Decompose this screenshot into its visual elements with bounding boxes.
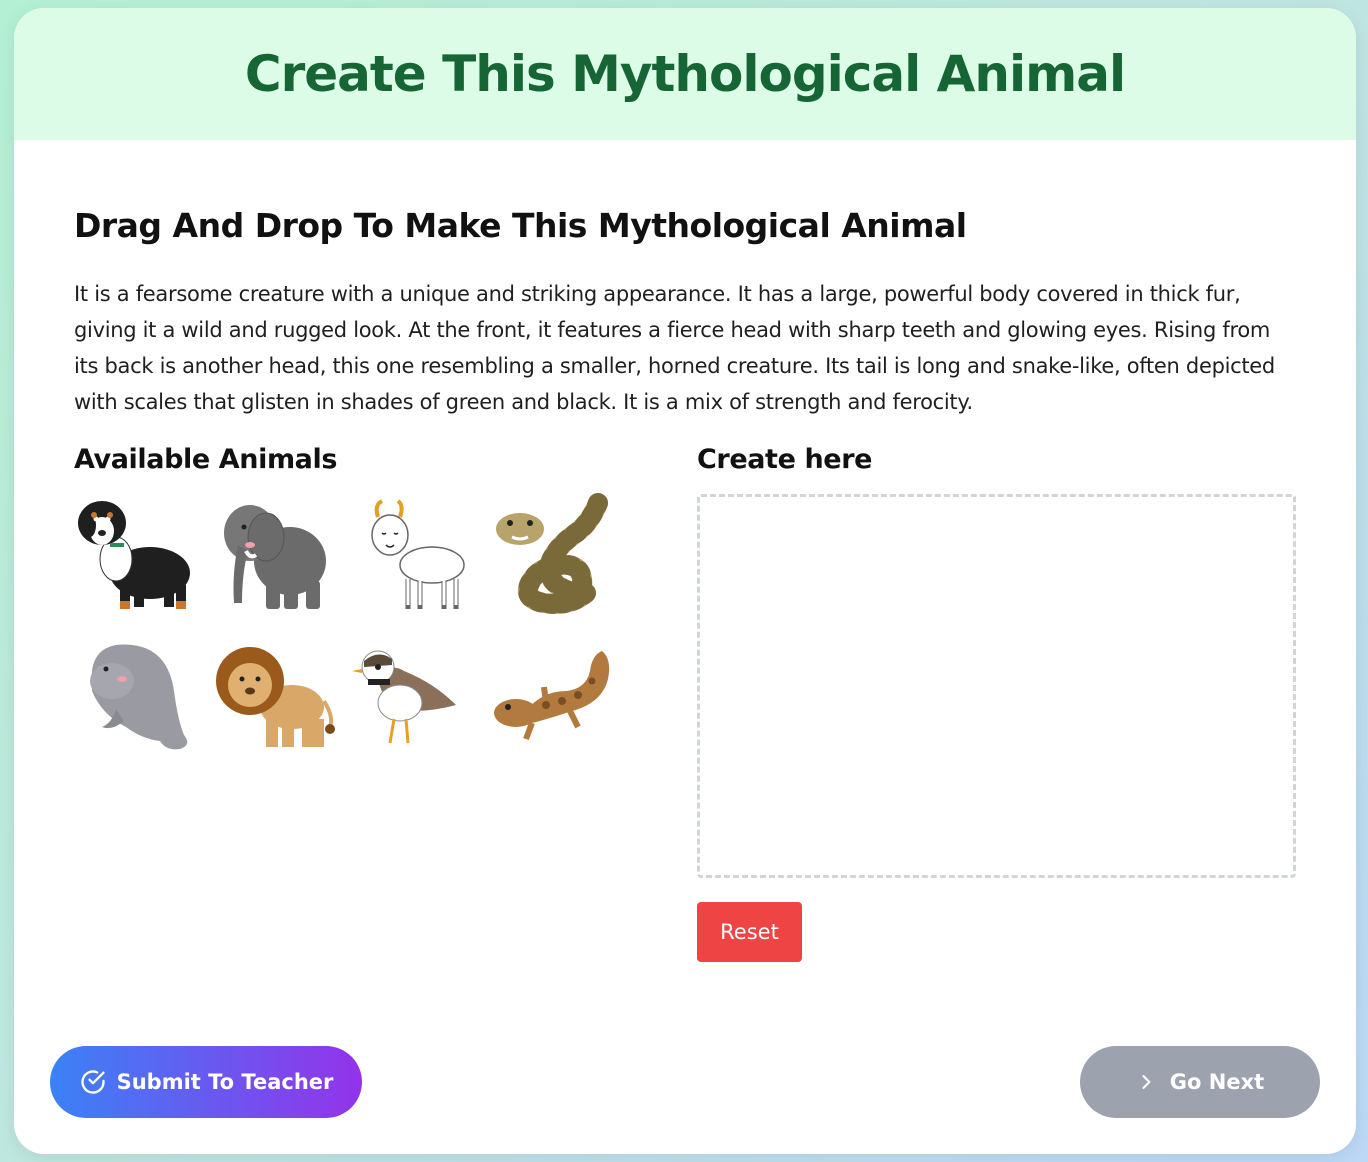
goat-icon[interactable] (348, 493, 476, 621)
header: Create This Mythological Animal (14, 8, 1356, 140)
reset-button[interactable]: Reset (697, 902, 802, 962)
go-next-button[interactable]: Go Next (1080, 1046, 1320, 1118)
bird-icon[interactable] (348, 631, 476, 759)
check-circle-icon (79, 1068, 107, 1096)
submit-to-teacher-button[interactable]: Submit To Teacher (50, 1046, 362, 1118)
go-next-label: Go Next (1169, 1070, 1265, 1094)
elephant-icon[interactable] (210, 493, 338, 621)
snake-icon[interactable] (486, 493, 614, 621)
create-dropzone[interactable] (697, 494, 1296, 878)
activity-description: It is a fearsome creature with a unique … (74, 282, 1275, 414)
create-here-title: Create here (697, 444, 873, 475)
available-animals-title: Available Animals (74, 444, 338, 475)
activity-subtitle: Drag And Drop To Make This Mythological … (74, 206, 967, 245)
lion-icon[interactable] (210, 631, 338, 759)
chevron-right-icon (1136, 1072, 1156, 1092)
manatee-icon[interactable] (72, 631, 200, 759)
animal-palette (72, 493, 612, 759)
activity-card: Create This Mythological Animal Drag And… (14, 8, 1356, 1154)
page-title: Create This Mythological Animal (244, 45, 1126, 103)
submit-label: Submit To Teacher (116, 1070, 334, 1094)
dog-icon[interactable] (72, 493, 200, 621)
gecko-icon[interactable] (486, 631, 614, 759)
